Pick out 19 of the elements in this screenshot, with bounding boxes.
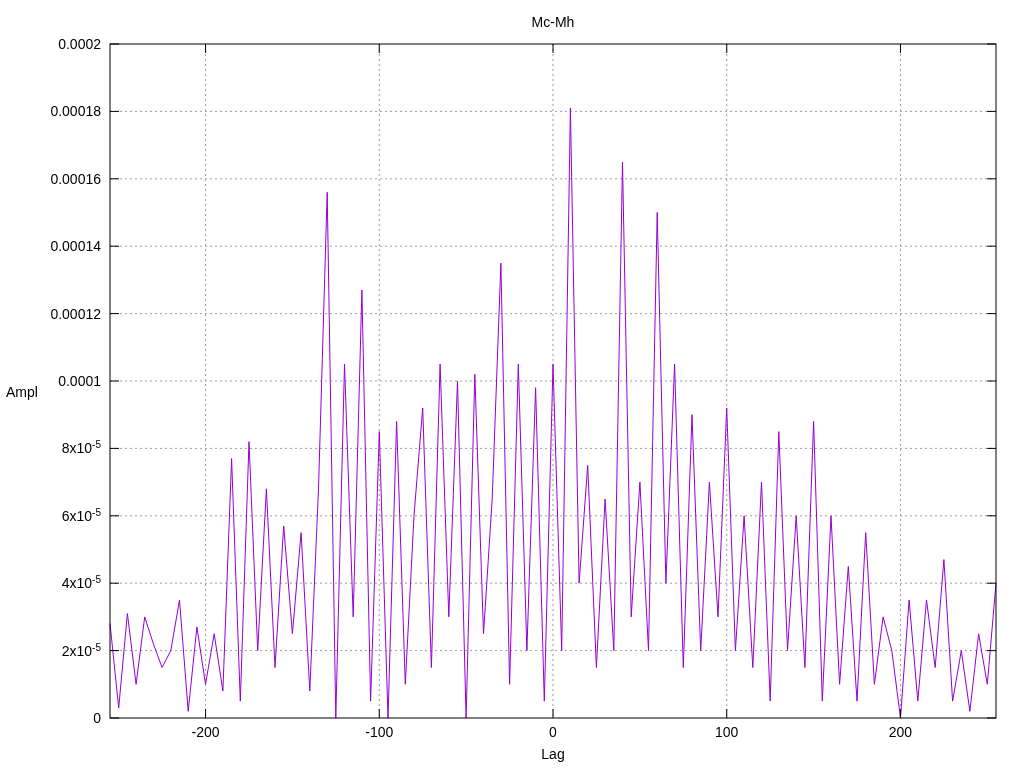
tick-label: 0.0002 bbox=[58, 37, 101, 51]
tick-label: 4x10$^{-5}$ bbox=[61, 576, 101, 591]
tick-label: 0.00012 bbox=[50, 306, 101, 321]
tick-label: 2x10$^{-5}$ bbox=[61, 643, 101, 658]
axis-label: Lag bbox=[541, 747, 565, 761]
tick-label: 0 bbox=[93, 711, 101, 725]
tick-label: -100 bbox=[365, 725, 394, 739]
tick-label: 100 bbox=[715, 725, 739, 739]
tick-label: 8x10$^{-5}$ bbox=[61, 441, 101, 456]
tick-label: 6x10$^{-5}$ bbox=[61, 508, 101, 523]
axis-label: Ampl bbox=[6, 385, 38, 399]
tick-label: 0.00018 bbox=[50, 104, 101, 119]
tick-label: 0.00016 bbox=[50, 171, 101, 186]
tick-label: 0.0001 bbox=[58, 374, 101, 388]
tick-label: 0.00014 bbox=[50, 239, 101, 254]
tick-label: 200 bbox=[888, 725, 913, 739]
chart-title: Mc-Mh bbox=[531, 15, 575, 29]
tick-label: 0 bbox=[549, 725, 557, 739]
tick-label: -200 bbox=[191, 725, 220, 739]
